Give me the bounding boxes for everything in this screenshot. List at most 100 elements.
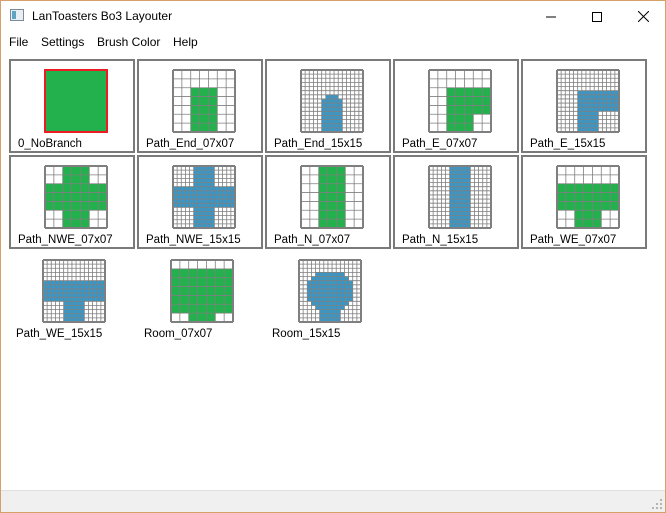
tile-pixel [51,288,56,294]
tile-pixel [336,201,346,211]
tile-pixel [224,277,233,287]
tile-pixel [574,210,584,220]
tile-pixel [47,280,52,285]
tile-pixel [188,295,198,305]
tile-pixel [321,115,326,120]
tile-preview [172,69,236,133]
tile-pixel [466,194,471,200]
tile-pixel [71,305,77,310]
tile-pixel [466,186,471,191]
tile-pixel [321,107,326,112]
tile-cell[interactable]: Path_N_07x07 [265,155,391,249]
tile-cell[interactable]: Path_NWE_15x15 [137,155,263,249]
tile-pixel [206,178,211,183]
tile-cell[interactable]: Path_WE_07x07 [521,155,647,249]
menu-file[interactable]: File [9,35,28,49]
tile-pixel [457,174,463,179]
tile-pixel [462,190,467,195]
title-bar[interactable]: LanToasters Bo3 Layouter [1,1,665,32]
tile-pixel [92,297,97,302]
tile-pixel [80,288,85,294]
tile-pixel [177,199,182,204]
maximize-button[interactable] [574,1,620,32]
tile-pixel [332,276,337,281]
tile-cell[interactable]: Path_End_07x07 [137,59,263,153]
tile-cell[interactable]: Path_E_07x07 [393,59,519,153]
menu-brush-color[interactable]: Brush Color [97,35,160,49]
tile-cell[interactable]: 0_NoBranch [9,59,135,153]
tile-pixel [47,288,52,294]
tile-pixel [327,272,333,277]
tile-cell[interactable]: Path_NWE_07x07 [9,155,135,249]
tile-pixel [594,94,599,99]
tile-pixel [67,297,72,302]
menu-help[interactable]: Help [173,35,198,49]
tile-pixel [598,107,603,112]
menu-settings[interactable]: Settings [41,35,84,49]
tile-pixel [334,107,339,112]
tile-pixel [466,182,471,187]
tile-pixel [581,107,586,112]
tile-cell[interactable]: Path_End_15x15 [265,59,391,153]
resize-grip-icon[interactable] [651,498,663,510]
tile-pixel [199,96,209,106]
tile-pixel [462,182,467,187]
tile-pixel [482,96,491,106]
tile-pixel [96,284,101,289]
tile-pixel [453,178,458,183]
tile-pixel [193,211,198,216]
tile-pixel [179,277,189,287]
tile-cell[interactable]: Path_N_15x15 [393,155,519,249]
tile-pixel [88,297,93,302]
tile-pixel [602,94,607,99]
tile-pixel [323,305,328,310]
tile-pixel [325,111,330,116]
tile-cell[interactable]: Path_WE_15x15 [9,251,135,345]
tile-pixel [462,170,467,175]
tile-pixel [193,174,198,179]
tile-pixel [224,304,233,314]
tile-pixel [455,105,465,115]
tile-label: Path_NWE_07x07 [18,234,113,246]
tile-pixel [185,190,190,195]
tile-pixel [71,210,81,220]
tile-pixel [590,90,595,95]
tile-cell[interactable]: Path_E_15x15 [521,59,647,153]
tile-pixel [462,194,467,200]
tile-pixel [565,192,575,202]
tile-pixel [336,313,341,318]
tile-pixel [321,119,326,124]
tile-pixel [336,166,346,175]
tile-pixel [327,192,337,202]
tile-pixel [348,288,353,294]
tile-pixel [466,178,471,183]
close-button[interactable] [620,1,665,32]
tile-pixel [226,190,231,195]
tile-pixel [311,280,316,285]
tile-pixel [332,293,337,298]
tile-pixel [594,115,599,120]
tile-pixel [338,115,343,120]
tile-cell[interactable]: Room_15x15 [265,251,391,345]
tile-label: Path_NWE_15x15 [146,234,241,246]
tile-pixel [71,280,77,285]
tile-preview [428,69,492,133]
tile-pixel [457,178,463,183]
tile-cell[interactable]: Room_07x07 [137,251,263,345]
app-window-icon[interactable] [10,9,24,21]
tile-preview [42,259,106,323]
tile-pixel [332,309,337,314]
tile-label: Path_End_07x07 [146,138,235,150]
tile-pixel [601,183,611,193]
tile-pixel [466,170,471,175]
tile-pixel [581,90,586,95]
minimize-button[interactable] [528,1,574,32]
tile-pixel [197,207,202,212]
tile-pixel [67,305,72,310]
tile-pixel [318,192,328,202]
tile-pixel [71,288,77,294]
tile-pixel [583,219,593,228]
tile-pixel [92,280,97,285]
tile-pixel [80,210,90,220]
tile-pixel [96,297,101,302]
